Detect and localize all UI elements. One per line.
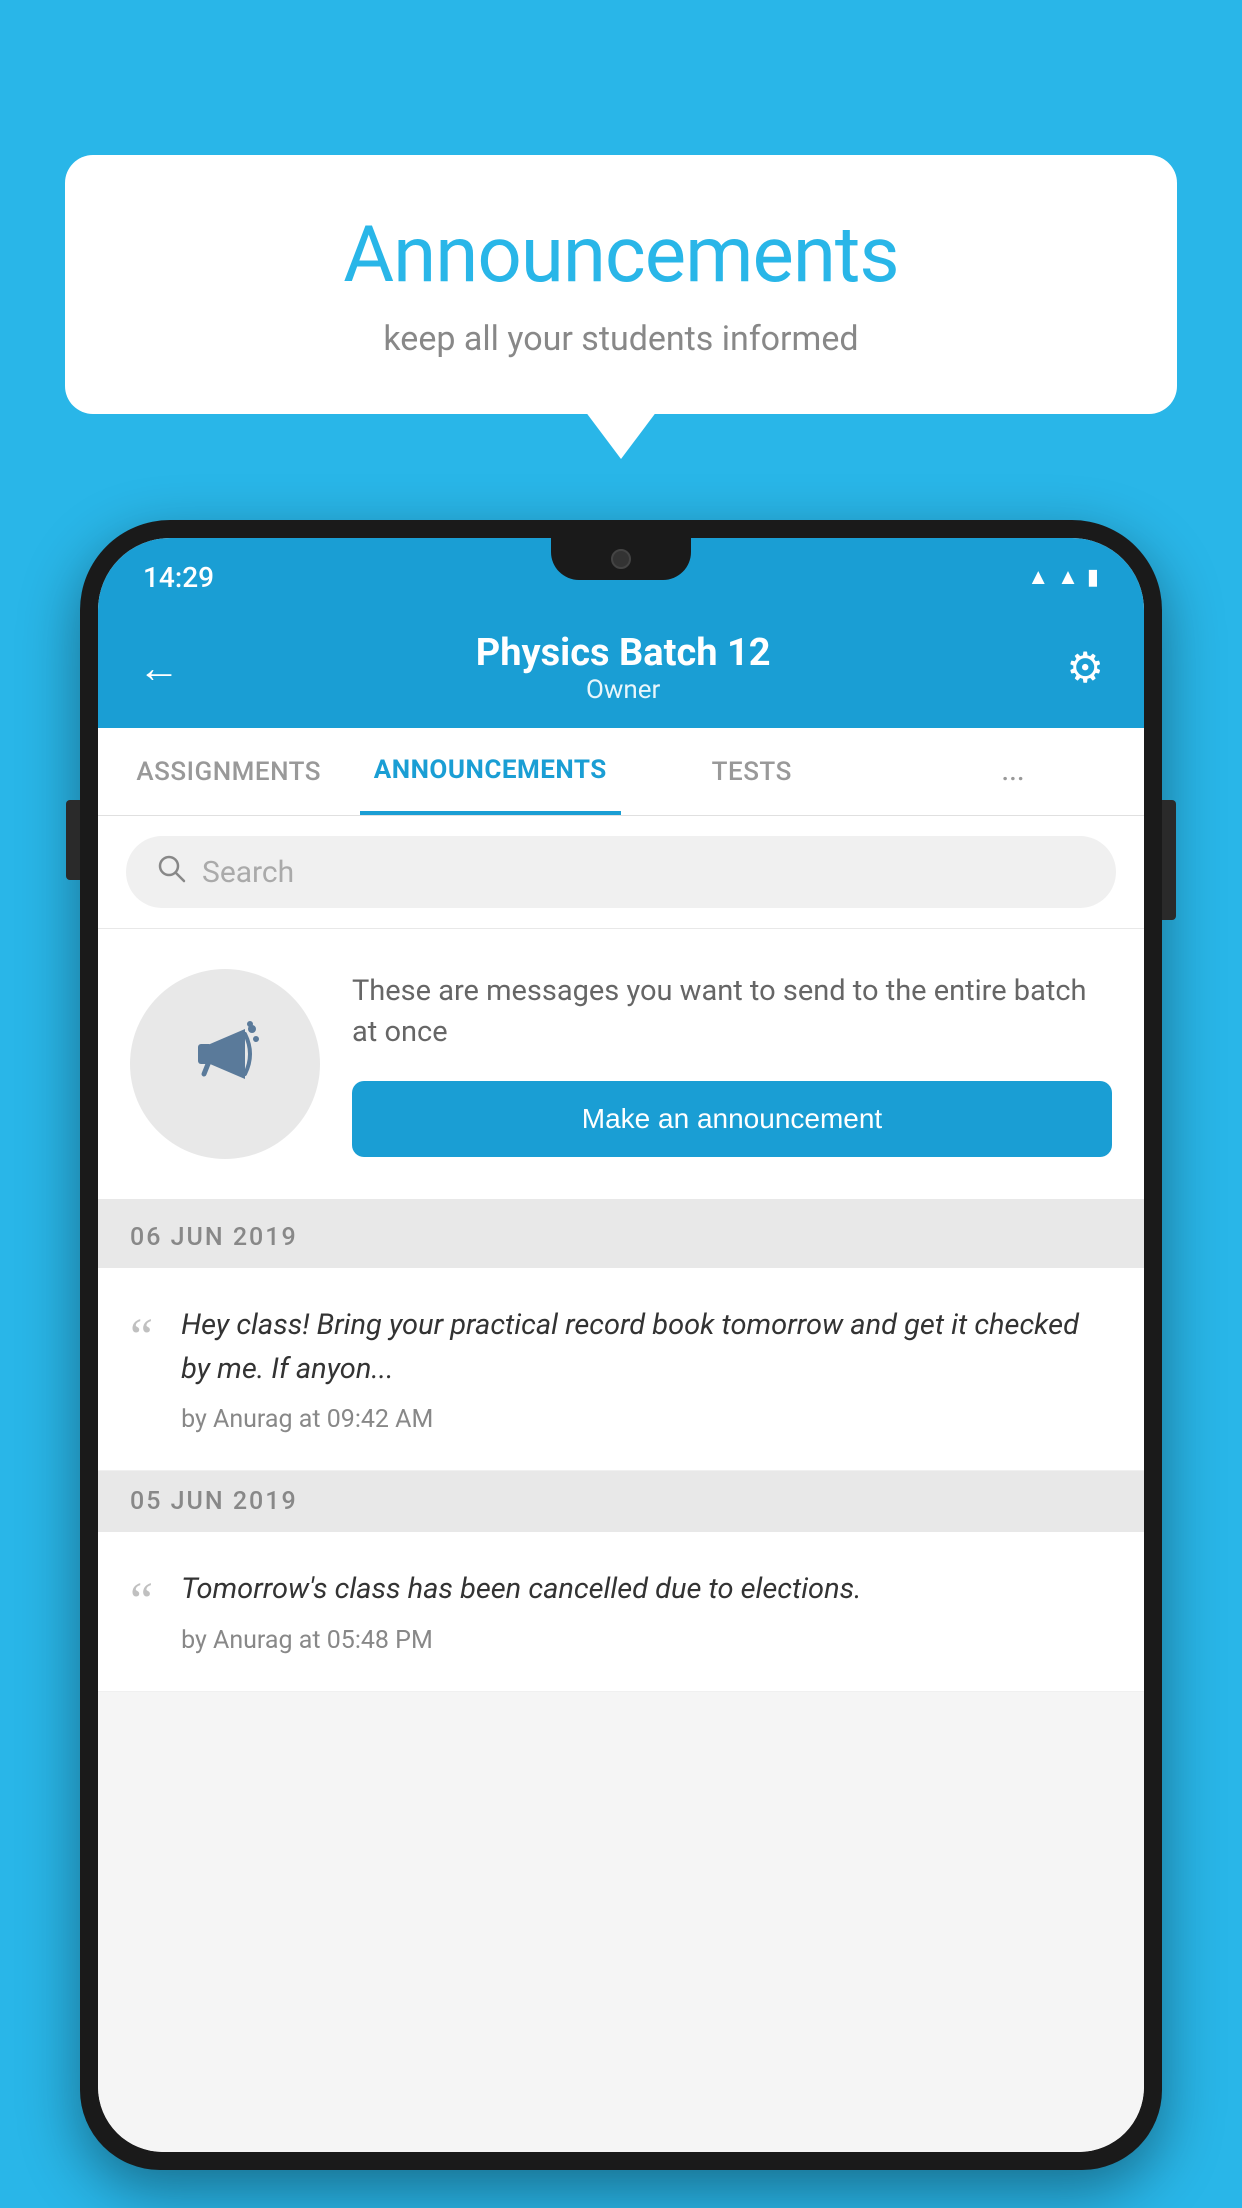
announcement-item-2[interactable]: “ Tomorrow's class has been cancelled du… [98, 1532, 1144, 1692]
announcement-meta-1: by Anurag at 09:42 AM [181, 1405, 1112, 1434]
announcement-meta-2: by Anurag at 05:48 PM [181, 1626, 1112, 1655]
megaphone-circle [130, 969, 320, 1159]
phone-notch [551, 538, 691, 580]
announcement-content-1: Hey class! Bring your practical record b… [181, 1304, 1112, 1434]
signal-icon: ▲ [1057, 564, 1079, 590]
back-button[interactable]: ← [138, 644, 180, 693]
speech-bubble: Announcements keep all your students inf… [65, 155, 1177, 414]
announcement-item-1[interactable]: “ Hey class! Bring your practical record… [98, 1268, 1144, 1471]
date-separator-2: 05 JUN 2019 [98, 1471, 1144, 1532]
phone-inner: 14:29 ▲ ▲ ▮ ← Physics Batch 12 Owner ⚙ A… [98, 538, 1144, 2152]
bubble-title: Announcements [125, 210, 1117, 301]
app-header: ← Physics Batch 12 Owner ⚙ [98, 608, 1144, 728]
settings-icon[interactable]: ⚙ [1066, 643, 1104, 693]
announcement-text-1: Hey class! Bring your practical record b… [181, 1304, 1112, 1391]
speech-bubble-container: Announcements keep all your students inf… [65, 155, 1177, 414]
search-container: Search [98, 816, 1144, 929]
batch-role: Owner [180, 675, 1066, 705]
bubble-subtitle: keep all your students informed [125, 319, 1117, 359]
status-time: 14:29 [143, 561, 214, 594]
wifi-icon: ▲ [1027, 564, 1049, 590]
search-icon [156, 853, 186, 891]
batch-title: Physics Batch 12 [180, 631, 1066, 675]
quote-icon-1: “ [130, 1312, 153, 1364]
tab-tests[interactable]: TESTS [621, 728, 883, 815]
tab-more[interactable]: ... [883, 728, 1145, 815]
search-placeholder: Search [202, 855, 294, 890]
date-separator-1: 06 JUN 2019 [98, 1207, 1144, 1268]
tab-bar: ASSIGNMENTS ANNOUNCEMENTS TESTS ... [98, 728, 1144, 816]
make-announcement-button[interactable]: Make an announcement [352, 1081, 1112, 1157]
header-title-group: Physics Batch 12 Owner [180, 631, 1066, 705]
notch-camera [611, 549, 631, 569]
announcement-prompt: These are messages you want to send to t… [98, 929, 1144, 1207]
phone-outer: 14:29 ▲ ▲ ▮ ← Physics Batch 12 Owner ⚙ A… [80, 520, 1162, 2170]
content-area: Search [98, 816, 1144, 2152]
phone-container: 14:29 ▲ ▲ ▮ ← Physics Batch 12 Owner ⚙ A… [80, 520, 1162, 2208]
battery-icon: ▮ [1087, 565, 1099, 590]
prompt-right: These are messages you want to send to t… [352, 971, 1112, 1156]
tab-assignments[interactable]: ASSIGNMENTS [98, 728, 360, 815]
status-icons: ▲ ▲ ▮ [1027, 564, 1099, 590]
search-bar[interactable]: Search [126, 836, 1116, 908]
prompt-description: These are messages you want to send to t… [352, 971, 1112, 1052]
announcement-text-2: Tomorrow's class has been cancelled due … [181, 1568, 1112, 1612]
megaphone-icon [180, 1009, 270, 1119]
tab-announcements[interactable]: ANNOUNCEMENTS [360, 728, 622, 815]
announcement-content-2: Tomorrow's class has been cancelled due … [181, 1568, 1112, 1655]
quote-icon-2: “ [130, 1576, 153, 1628]
